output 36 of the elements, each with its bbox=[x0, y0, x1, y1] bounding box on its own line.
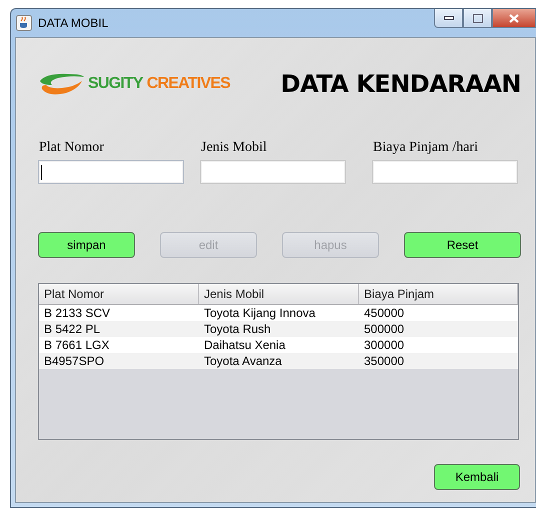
back-button[interactable]: Kembali bbox=[434, 464, 520, 490]
page-heading: DATA KENDARAAN bbox=[280, 70, 521, 98]
table-cell-text: B4957SPO bbox=[43, 353, 106, 369]
close-icon bbox=[509, 14, 519, 22]
column-header[interactable]: Jenis Mobil bbox=[199, 284, 359, 304]
table-cell-text: B 2133 SCV bbox=[43, 305, 112, 321]
action-button[interactable]: Reset bbox=[404, 232, 521, 258]
table-cell-text: B 7661 LGX bbox=[43, 337, 110, 353]
minimize-button[interactable] bbox=[434, 9, 463, 28]
minimize-icon bbox=[444, 16, 454, 20]
maximize-button[interactable] bbox=[463, 9, 492, 28]
input-field[interactable] bbox=[38, 160, 184, 184]
table-cell-text: Toyota Rush bbox=[203, 321, 272, 337]
table-cell-text: 500000 bbox=[363, 321, 406, 337]
close-button[interactable] bbox=[492, 9, 536, 28]
action-button[interactable]: simpan bbox=[38, 232, 135, 258]
field-label: Jenis Mobil bbox=[201, 140, 268, 157]
input-field[interactable] bbox=[200, 160, 346, 184]
logo-text: CREATIVES bbox=[146, 75, 230, 93]
table-cell-text: Toyota Kijang Innova bbox=[203, 305, 316, 321]
logo-icon bbox=[38, 71, 86, 97]
table-cell-text: 350000 bbox=[363, 353, 406, 369]
column-header[interactable]: Biaya Pinjam bbox=[359, 284, 518, 304]
table-cell-text: Toyota Avanza bbox=[203, 353, 283, 369]
window-title: DATA MOBIL bbox=[38, 16, 108, 30]
table-cell-text: Daihatsu Xenia bbox=[203, 337, 286, 353]
input-field[interactable] bbox=[372, 160, 518, 184]
table-cell-text: 450000 bbox=[363, 305, 406, 321]
column-header[interactable]: Plat Nomor bbox=[39, 284, 199, 304]
maximize-icon bbox=[472, 14, 482, 22]
logo-text: SUGITY bbox=[88, 75, 143, 93]
field-label: Biaya Pinjam /hari bbox=[373, 140, 479, 157]
field-label: Plat Nomor bbox=[39, 140, 105, 157]
table-cell-text: 300000 bbox=[363, 337, 406, 353]
coffee-cup-icon bbox=[16, 15, 32, 31]
table-cell-text: B 5422 PL bbox=[43, 321, 102, 337]
